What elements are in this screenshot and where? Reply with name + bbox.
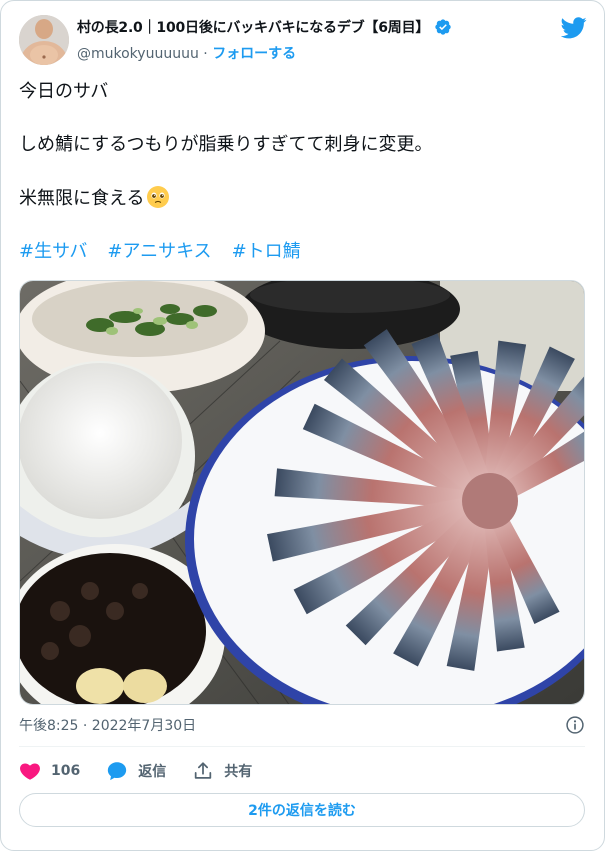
- user-handle[interactable]: @mukokyuuuuuu: [77, 46, 199, 62]
- tweet-timestamp[interactable]: 午後8:25 · 2022年7月30日: [19, 718, 196, 734]
- twitter-bird-icon[interactable]: [560, 17, 587, 39]
- read-replies-button[interactable]: 2件の返信を読む: [19, 793, 585, 827]
- heart-icon: [20, 763, 40, 780]
- reply-bubble-icon: [108, 762, 127, 781]
- hashtag-list: #生サバ #アニサキス #トロ鯖: [19, 239, 589, 265]
- tweet-photo[interactable]: [19, 280, 585, 705]
- hashtag-link[interactable]: #トロ鯖: [232, 241, 301, 262]
- pleading-face-emoji-icon: [146, 185, 170, 209]
- share-icon: [195, 762, 212, 779]
- hashtag-link[interactable]: #アニサキス: [107, 241, 211, 262]
- avatar[interactable]: [19, 15, 69, 65]
- hashtag-link[interactable]: #生サバ: [19, 241, 87, 262]
- tweet-line-3-text: 米無限に食える: [19, 188, 145, 209]
- like-button[interactable]: 106: [19, 760, 80, 782]
- info-icon[interactable]: [565, 715, 585, 735]
- verified-badge-icon: [434, 18, 452, 36]
- like-count: 106: [51, 763, 81, 779]
- divider: [19, 746, 585, 747]
- tweet-meta: 午後8:25 · 2022年7月30日: [19, 715, 585, 737]
- tweet-line-2: しめ鯖にするつもりが脂乗りすぎてて刺身に変更。: [19, 134, 433, 155]
- tweet-card: 村の長2.0｜100日後にバッキバキになるデブ【6周目】 @mukokyuuuu…: [0, 0, 605, 851]
- reply-label: 返信: [138, 764, 167, 780]
- tweet-header: 村の長2.0｜100日後にバッキバキになるデブ【6周目】 @mukokyuuuu…: [19, 13, 589, 65]
- share-label: 共有: [224, 764, 253, 780]
- tweet-line-1: 今日のサバ: [19, 81, 109, 102]
- action-bar: 106 返信 共有: [19, 758, 585, 784]
- display-name[interactable]: 村の長2.0｜100日後にバッキバキになるデブ【6周目】: [77, 17, 429, 37]
- follow-button[interactable]: フォローする: [212, 46, 296, 62]
- author-info: 村の長2.0｜100日後にバッキバキになるデブ【6周目】 @mukokyuuuu…: [77, 17, 547, 63]
- share-button[interactable]: 共有: [192, 760, 252, 782]
- reply-button[interactable]: 返信: [106, 760, 166, 782]
- tweet-body: 今日のサバ しめ鯖にするつもりが脂乗りすぎてて刺身に変更。 米無限に食える #生…: [19, 79, 589, 292]
- separator-dot: ·: [203, 46, 208, 62]
- tweet-line-3: 米無限に食える: [19, 185, 589, 212]
